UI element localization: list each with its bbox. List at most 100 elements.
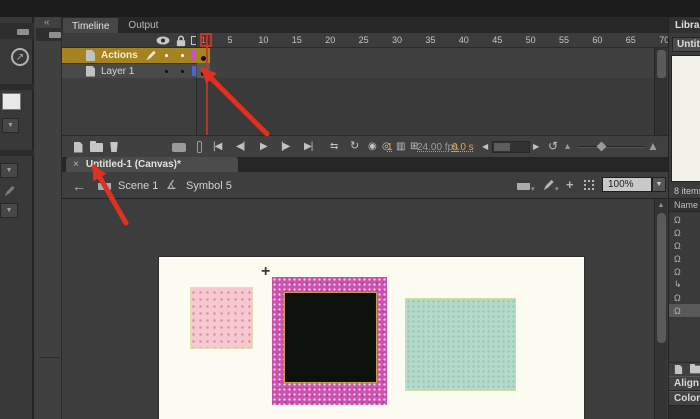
- ruler-frame-label-15[interactable]: 15: [292, 35, 302, 45]
- stage-zoom-dropdown-arrow[interactable]: ▼: [652, 177, 666, 192]
- step-forward-button[interactable]: |▶: [281, 142, 289, 152]
- ruler-frame-label-25[interactable]: 25: [359, 35, 369, 45]
- tab-library[interactable]: Library: [675, 20, 700, 31]
- timeline-zoom-slider[interactable]: [578, 146, 644, 148]
- playhead-line[interactable]: [206, 33, 208, 135]
- stage-zoom-dropdown[interactable]: 100%: [602, 177, 652, 192]
- circled-arrow-icon[interactable]: ↗: [11, 48, 29, 66]
- ruler-frame-label-30[interactable]: 30: [392, 35, 402, 45]
- edit-symbols-button[interactable]: [542, 179, 555, 192]
- ruler-frame-label-65[interactable]: 65: [626, 35, 636, 45]
- layer-row-actions[interactable]: Actions: [62, 48, 197, 63]
- library-item-row[interactable]: Ω: [669, 239, 700, 252]
- center-stage-button[interactable]: +: [566, 177, 574, 192]
- edit-scene-dropdown-icon[interactable]: ▾: [531, 185, 535, 193]
- dropdown-button[interactable]: ▼: [0, 203, 18, 218]
- edit-multiple-frames-button[interactable]: ▥: [396, 142, 405, 152]
- keyframe-cell-layer1[interactable]: [197, 63, 210, 78]
- show-hide-all-layers-icon[interactable]: [156, 36, 170, 45]
- new-layer-button[interactable]: [70, 140, 86, 154]
- new-symbol-button[interactable]: [675, 365, 683, 374]
- close-document-icon[interactable]: ×: [73, 159, 79, 170]
- breadcrumb-symbol[interactable]: Symbol 5: [186, 180, 232, 192]
- camera-button[interactable]: [172, 143, 186, 152]
- tab-output[interactable]: Output: [119, 17, 167, 33]
- back-button[interactable]: ←: [72, 178, 86, 194]
- drawing-pink-square[interactable]: [190, 287, 253, 349]
- layer-lock-dot[interactable]: [181, 54, 184, 57]
- scrollbar-thumb[interactable]: [657, 213, 666, 343]
- layer-lock-dot[interactable]: [181, 70, 184, 73]
- frames-scrollbar[interactable]: [492, 141, 530, 153]
- clip-content-button[interactable]: [584, 180, 594, 190]
- reset-timeline-zoom-button[interactable]: ↺: [548, 140, 558, 152]
- ruler-frame-label-20[interactable]: 20: [325, 35, 335, 45]
- elapsed-time-value[interactable]: 0.0 s: [452, 142, 474, 153]
- timeline-zoom-slider-thumb[interactable]: [597, 142, 607, 152]
- tab-timeline[interactable]: Timeline: [62, 17, 119, 34]
- ruler-frame-label-40[interactable]: 40: [459, 35, 469, 45]
- ruler-frame-label-50[interactable]: 50: [526, 35, 536, 45]
- edit-scene-button[interactable]: [517, 180, 530, 190]
- ruler-frame-label-10[interactable]: 10: [258, 35, 268, 45]
- lock-all-layers-icon[interactable]: [175, 35, 187, 47]
- stage-canvas[interactable]: +: [158, 256, 585, 419]
- frames-scrollbar-thumb[interactable]: [494, 143, 510, 151]
- play-button[interactable]: ▶: [260, 142, 268, 152]
- camera-layer-toggle[interactable]: [197, 141, 202, 153]
- layer-row-layer1[interactable]: Layer 1: [62, 63, 197, 78]
- drawing-black-square[interactable]: [284, 292, 377, 383]
- collapse-panel-button[interactable]: «: [44, 17, 50, 28]
- ruler-frame-label-35[interactable]: 35: [425, 35, 435, 45]
- frame-ruler[interactable]: 1510152025303540455055606570: [197, 33, 668, 48]
- document-tab[interactable]: × Untitled-1 (Canvas)*: [66, 157, 238, 172]
- zoom-out-frames-button[interactable]: ▴: [565, 142, 570, 152]
- onion-skin-button[interactable]: ◉: [368, 142, 377, 152]
- step-back-button[interactable]: ◀|: [236, 142, 244, 152]
- align-panel-header[interactable]: Align: [669, 376, 700, 391]
- toolbar-grip-icon[interactable]: [49, 32, 61, 38]
- loop-button[interactable]: ↻: [350, 141, 359, 152]
- go-last-frame-button[interactable]: ▶|: [304, 142, 312, 152]
- ruler-frame-label-55[interactable]: 55: [559, 35, 569, 45]
- layer-visible-dot[interactable]: [165, 70, 168, 73]
- library-item-row[interactable]: Ω: [669, 226, 700, 239]
- stage-pasteboard[interactable]: +: [62, 199, 654, 419]
- dropdown-button[interactable]: ▼: [2, 118, 19, 133]
- go-first-frame-button[interactable]: |◀: [213, 142, 221, 152]
- fill-color-swatch[interactable]: [2, 93, 21, 110]
- panel-grip-icon[interactable]: [17, 29, 29, 35]
- scroll-up-button[interactable]: ▲: [655, 199, 667, 211]
- new-library-folder-button[interactable]: [690, 366, 700, 374]
- library-item-row[interactable]: Ω: [669, 265, 700, 278]
- zoom-in-frames-button[interactable]: ▲: [647, 140, 659, 152]
- library-item-row[interactable]: Ω: [669, 213, 700, 226]
- stage-vertical-scrollbar[interactable]: ▲: [654, 199, 667, 419]
- frames-scroll-right-button[interactable]: ▶: [533, 143, 539, 151]
- layer-visible-dot[interactable]: [165, 54, 168, 57]
- library-preview-pane[interactable]: [671, 55, 700, 182]
- current-frame-value[interactable]: 1: [387, 142, 393, 153]
- edit-symbols-dropdown-icon[interactable]: ▾: [555, 185, 559, 193]
- frames-scroll-left-button[interactable]: ◀: [482, 143, 488, 151]
- ruler-frame-label-60[interactable]: 60: [592, 35, 602, 45]
- keyframe-cell-actions[interactable]: [197, 48, 210, 63]
- ruler-frame-label-5[interactable]: 5: [228, 35, 233, 45]
- drawing-teal-square[interactable]: [405, 298, 516, 391]
- library-item-row[interactable]: ↳: [669, 278, 700, 291]
- library-item-row[interactable]: Ω: [669, 252, 700, 265]
- timeline-vertical-scrollbar[interactable]: [654, 48, 667, 135]
- new-folder-button[interactable]: [88, 140, 104, 154]
- color-panel-header[interactable]: Color: [669, 391, 700, 406]
- layer-outline-swatch[interactable]: [192, 50, 196, 60]
- scrollbar-thumb[interactable]: [657, 50, 666, 78]
- drawing-magenta-square-selected[interactable]: [272, 277, 387, 405]
- library-document-selector[interactable]: Untitled-1: [672, 37, 700, 52]
- dropdown-button[interactable]: ▼: [0, 163, 18, 178]
- center-frame-button[interactable]: ⇆: [330, 142, 338, 152]
- library-item-row[interactable]: Ω: [669, 304, 700, 317]
- layer-outline-swatch[interactable]: [192, 66, 196, 76]
- breadcrumb-scene[interactable]: Scene 1: [118, 180, 158, 192]
- ruler-frame-label-45[interactable]: 45: [492, 35, 502, 45]
- library-item-row[interactable]: Ω: [669, 291, 700, 304]
